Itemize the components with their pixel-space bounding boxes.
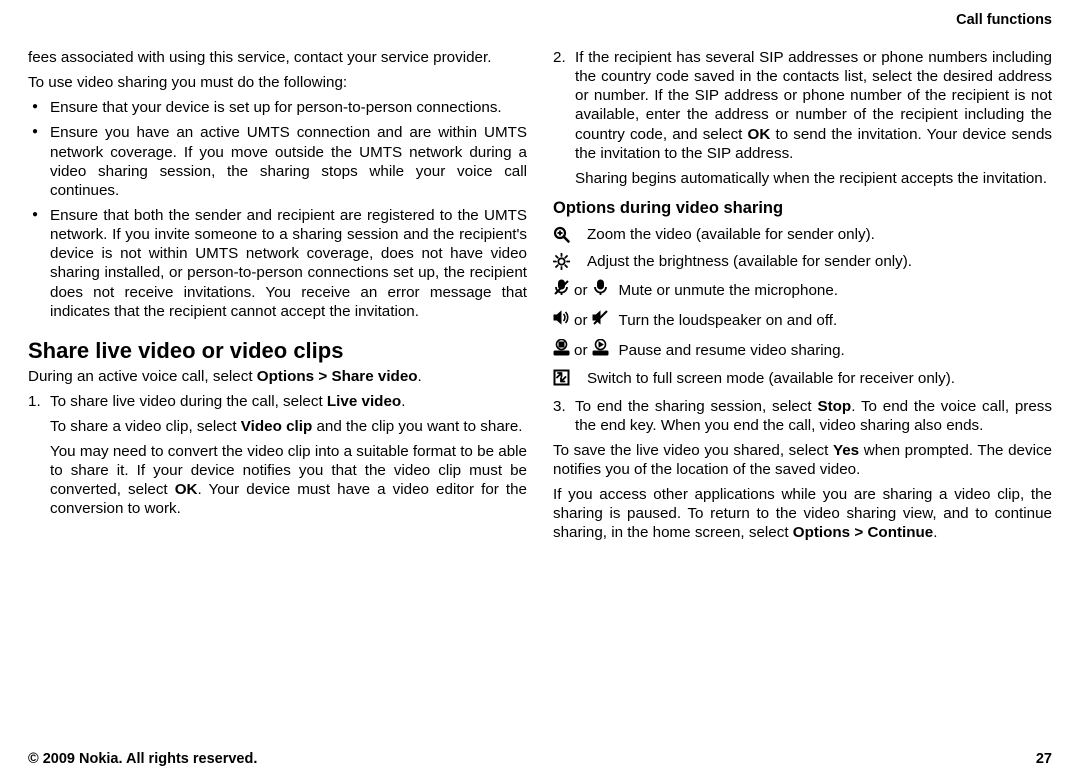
- option-text: Adjust the brightness (available for sen…: [587, 252, 1052, 271]
- step-1-sub2: You may need to convert the video clip i…: [50, 442, 527, 519]
- step-number: 1.: [28, 392, 41, 411]
- mic-on-icon: [592, 279, 609, 301]
- page-number: 27: [1036, 751, 1052, 767]
- list-item: Ensure you have an active UMTS connectio…: [28, 123, 527, 200]
- option-text: Pause and resume video sharing.: [619, 341, 1052, 360]
- zoom-icon: [553, 226, 583, 243]
- or-separator: or: [574, 311, 588, 330]
- right-column: 2. If the recipient has several SIP addr…: [553, 48, 1052, 549]
- list-item: Ensure that both the sender and recipien…: [28, 206, 527, 321]
- or-separator: or: [574, 281, 588, 300]
- option-mute: or Mute or unmute the microphone.: [553, 279, 1052, 301]
- heading-options: Options during video sharing: [553, 198, 1052, 219]
- option-pause: or Pause and resume video sharing.: [553, 339, 1052, 361]
- left-column: fees associated with using this service,…: [28, 48, 527, 549]
- steps-list-cont: 2. If the recipient has several SIP addr…: [553, 48, 1052, 188]
- list-item: Ensure that your device is set up for pe…: [28, 98, 527, 117]
- option-zoom: Zoom the video (available for sender onl…: [553, 225, 1052, 244]
- or-separator: or: [574, 341, 588, 360]
- step-2: 2. If the recipient has several SIP addr…: [553, 48, 1052, 188]
- intro-paragraph: fees associated with using this service,…: [28, 48, 527, 67]
- fullscreen-icon: [553, 369, 583, 386]
- mic-off-icon: [553, 279, 570, 301]
- play-icon: [592, 339, 609, 361]
- option-brightness: Adjust the brightness (available for sen…: [553, 252, 1052, 271]
- option-fullscreen: Switch to full screen mode (available fo…: [553, 369, 1052, 388]
- speaker-off-icon: [592, 309, 609, 331]
- copyright: © 2009 Nokia. All rights reserved.: [28, 751, 257, 767]
- option-text: Zoom the video (available for sender onl…: [587, 225, 1052, 244]
- requirements-list: Ensure that your device is set up for pe…: [28, 98, 527, 321]
- option-text: Turn the loudspeaker on and off.: [619, 311, 1052, 330]
- section-header: Call functions: [956, 12, 1052, 28]
- step-1: 1. To share live video during the call, …: [28, 392, 527, 519]
- heading-share-live-video: Share live video or video clips: [28, 337, 527, 365]
- step-number: 2.: [553, 48, 566, 67]
- manual-page: Call functions fees associated with usin…: [0, 0, 1080, 779]
- speaker-on-icon: [553, 309, 570, 331]
- footer: © 2009 Nokia. All rights reserved. 27: [28, 751, 1052, 767]
- option-text: Switch to full screen mode (available fo…: [587, 369, 1052, 388]
- option-speaker: or Turn the loudspeaker on and off.: [553, 309, 1052, 331]
- step-number: 3.: [553, 397, 566, 416]
- steps-list-cont2: 3. To end the sharing session, select St…: [553, 397, 1052, 435]
- save-paragraph: To save the live video you shared, selec…: [553, 441, 1052, 479]
- brightness-icon: [553, 253, 583, 270]
- intro-paragraph-2: To use video sharing you must do the fol…: [28, 73, 527, 92]
- access-paragraph: If you access other applications while y…: [553, 485, 1052, 542]
- step-2-sub: Sharing begins automatically when the re…: [575, 169, 1052, 188]
- option-text: Mute or unmute the microphone.: [619, 281, 1052, 300]
- step-3: 3. To end the sharing session, select St…: [553, 397, 1052, 435]
- share-intro: During an active voice call, select Opti…: [28, 367, 527, 386]
- step-1-sub1: To share a video clip, select Video clip…: [50, 417, 527, 436]
- steps-list: 1. To share live video during the call, …: [28, 392, 527, 519]
- two-column-layout: fees associated with using this service,…: [28, 48, 1052, 549]
- pause-icon: [553, 339, 570, 361]
